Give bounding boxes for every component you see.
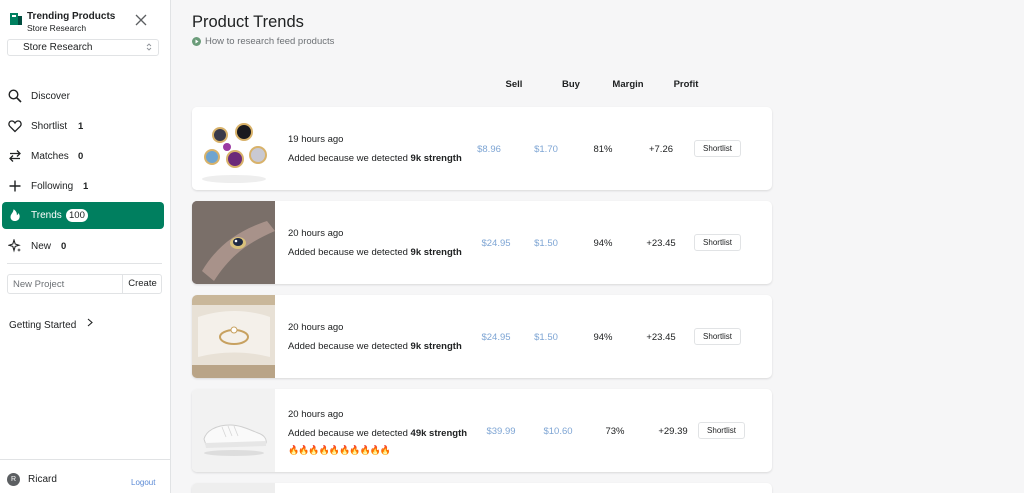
margin-value: 81% — [593, 144, 613, 155]
buy-price: $1.50 — [534, 332, 558, 343]
product-image-ring-in-box — [192, 295, 275, 378]
product-time: 20 hours ago — [288, 322, 344, 333]
close-icon[interactable] — [135, 14, 147, 26]
create-project-button[interactable]: Create — [122, 275, 162, 293]
buy-price: $1.70 — [534, 144, 558, 155]
sidebar-item-label: Shortlist — [31, 121, 68, 132]
profit-value: +23.45 — [646, 332, 676, 343]
sidebar-item-count: 1 — [83, 181, 89, 192]
main-content: Product Trends How to research feed prod… — [171, 0, 1024, 493]
reason-prefix: Added because we detected — [288, 341, 411, 352]
sidebar-item-label: Trends — [31, 210, 62, 221]
user-name: Ricard — [28, 474, 57, 485]
plus-icon — [9, 180, 21, 192]
swap-arrows-icon — [9, 150, 21, 162]
app-title: Trending Products — [27, 11, 116, 22]
sidebar-item-label: Following — [31, 181, 74, 192]
profit-value: +29.39 — [658, 426, 688, 437]
sidebar-item-count: 1 — [78, 121, 84, 132]
shortlist-button[interactable]: Shortlist — [694, 234, 741, 251]
user-footer: R Ricard Logout — [0, 459, 171, 493]
store-select[interactable]: Store Research — [7, 39, 159, 56]
sidebar-item-discover[interactable]: Discover — [2, 83, 164, 110]
reason-prefix: Added because we detected — [288, 247, 411, 258]
sidebar-item-label: Matches — [31, 151, 69, 162]
sell-price: $8.96 — [477, 144, 501, 155]
buy-price: $1.50 — [534, 238, 558, 249]
sidebar-item-new[interactable]: New 0 — [2, 233, 164, 260]
flame-icon — [10, 209, 20, 221]
product-row[interactable]: 20 hours ago Added because we detected 9… — [192, 295, 772, 378]
strength-value: 9k strength — [410, 153, 462, 164]
buy-price: $10.60 — [543, 426, 573, 437]
column-header-sell: Sell — [505, 79, 523, 90]
product-row[interactable]: 20 hours ago Added because we detected 9… — [192, 201, 772, 284]
column-header-profit: Profit — [673, 79, 699, 90]
product-reason: Added because we detected 9k strength — [288, 247, 462, 258]
strength-fire-icons: 🔥🔥🔥🔥🔥🔥🔥🔥🔥🔥 — [288, 445, 391, 455]
strength-value: 9k strength — [410, 341, 462, 352]
sell-price: $24.95 — [481, 332, 511, 343]
sidebar-item-following[interactable]: Following 1 — [2, 173, 164, 200]
sell-price: $39.99 — [486, 426, 516, 437]
shortlist-button[interactable]: Shortlist — [698, 422, 745, 439]
reason-prefix: Added because we detected — [288, 153, 411, 164]
product-image — [192, 483, 275, 493]
margin-value: 94% — [593, 332, 613, 343]
sidebar-item-matches[interactable]: Matches 0 — [2, 143, 164, 170]
sidebar-item-count: 100 — [66, 209, 88, 222]
sparkle-icon — [8, 239, 21, 253]
sidebar-item-shortlist[interactable]: Shortlist 1 — [2, 113, 164, 140]
getting-started-label: Getting Started — [9, 320, 77, 331]
product-image-gemstone-rings — [192, 107, 275, 190]
strength-value: 49k strength — [410, 428, 468, 439]
reason-prefix: Added because we detected — [288, 428, 411, 439]
margin-value: 73% — [605, 426, 625, 437]
page-title: Product Trends — [192, 13, 304, 31]
sidebar-item-trends[interactable]: Trends 100 — [2, 202, 164, 229]
profit-value: +7.26 — [648, 144, 674, 155]
getting-started-link[interactable]: Getting Started — [9, 315, 109, 331]
store-select-value: Store Research — [23, 42, 93, 53]
help-link-text: How to research feed products — [205, 36, 335, 47]
product-reason: Added because we detected 49k strength — [288, 428, 467, 439]
shortlist-button[interactable]: Shortlist — [694, 140, 741, 157]
brand: Trending Products Store Research — [8, 10, 164, 36]
app-subtitle: Store Research — [27, 23, 87, 33]
sidebar-divider — [7, 263, 162, 264]
product-time: 19 hours ago — [288, 134, 344, 145]
sidebar-item-count: 0 — [78, 151, 84, 162]
product-time: 20 hours ago — [288, 228, 344, 239]
sidebar-item-count: 0 — [61, 241, 67, 252]
product-reason: Added because we detected 9k strength — [288, 153, 462, 164]
select-arrows-icon — [146, 43, 152, 51]
product-image-ring-on-finger — [192, 201, 275, 284]
column-header-margin: Margin — [612, 79, 644, 90]
sidebar: Trending Products Store Research Store R… — [0, 0, 171, 493]
product-image-white-sneaker — [192, 389, 275, 472]
sidebar-item-label: Discover — [31, 91, 70, 102]
avatar: R — [7, 473, 20, 486]
sell-price: $24.95 — [481, 238, 511, 249]
logout-link[interactable]: Logout — [131, 478, 155, 487]
margin-value: 94% — [593, 238, 613, 249]
product-reason: Added because we detected 9k strength — [288, 341, 462, 352]
new-project-form: Create — [7, 274, 162, 294]
search-icon — [8, 89, 22, 103]
play-circle-icon — [192, 37, 201, 46]
profit-value: +23.45 — [646, 238, 676, 249]
new-project-input[interactable] — [8, 275, 122, 293]
product-row[interactable]: 19 hours ago Added because we detected 9… — [192, 107, 772, 190]
chevron-right-icon — [87, 318, 93, 327]
heart-icon — [8, 120, 22, 133]
sidebar-item-label: New — [31, 241, 52, 252]
shortlist-button[interactable]: Shortlist — [694, 328, 741, 345]
product-row[interactable] — [192, 483, 772, 493]
column-header-buy: Buy — [562, 79, 580, 90]
shopping-bag-logo-icon — [10, 13, 22, 25]
strength-value: 9k strength — [410, 247, 462, 258]
product-row[interactable]: 20 hours ago Added because we detected 4… — [192, 389, 772, 472]
product-time: 20 hours ago — [288, 409, 344, 420]
